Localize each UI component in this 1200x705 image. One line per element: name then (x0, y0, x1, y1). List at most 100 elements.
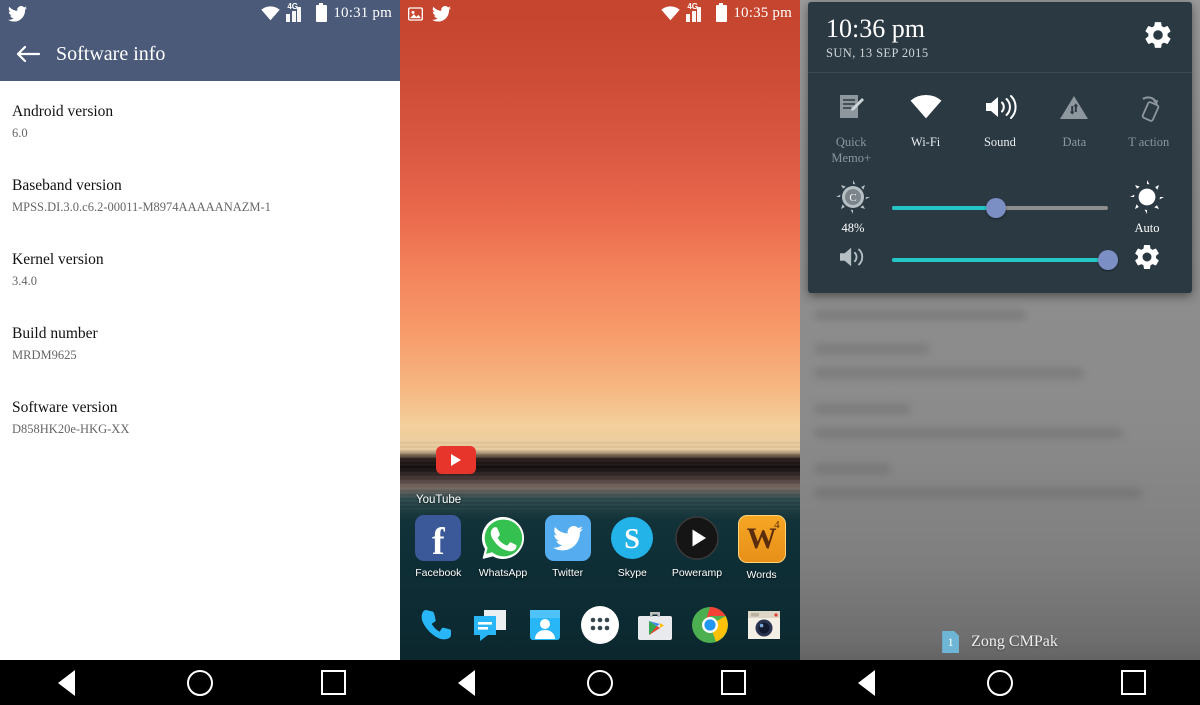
dock-app-drawer[interactable] (579, 604, 621, 646)
item-label: Build number (12, 325, 98, 342)
status-notification-icons (408, 5, 451, 22)
list-item[interactable]: Kernel version 3.4.0 (0, 251, 400, 289)
nav-back-button[interactable] (37, 660, 97, 705)
youtube-widget-label: YouTube (416, 494, 462, 506)
dock-camera[interactable] (743, 604, 785, 646)
recents-square-icon (1120, 670, 1146, 695)
home-dock (400, 590, 800, 660)
facebook-icon: f (415, 515, 462, 561)
status-clock: 10:31 pm (333, 5, 392, 21)
words-badge: 4 (774, 519, 780, 531)
middle-status-bar: 4G 10:35 pm (400, 0, 800, 27)
app-skype[interactable]: S Skype (603, 515, 661, 581)
signal-4g-icon: 4G (686, 2, 710, 22)
svg-text:S: S (625, 524, 641, 555)
dock-play-store[interactable] (634, 604, 676, 646)
app-drawer-icon (580, 606, 619, 644)
dock-phone[interactable] (414, 604, 456, 646)
back-button[interactable] (0, 27, 56, 81)
brightness-icon: C (836, 180, 870, 214)
brightness-control[interactable]: C 48% (824, 180, 882, 236)
auto-brightness-button[interactable]: Auto (1118, 180, 1176, 236)
wifi-icon (261, 6, 280, 21)
app-label: Facebook (415, 567, 462, 579)
shade-date: SUN, 13 SEP 2015 (826, 45, 929, 60)
mobile-data-icon (1060, 96, 1089, 119)
camera-icon (748, 611, 781, 639)
back-triangle-icon (858, 669, 876, 696)
middle-navigation-bar (400, 660, 800, 705)
toggle-t-action[interactable]: T action (1115, 87, 1183, 166)
words-with-friends-icon: W 4 (737, 515, 786, 563)
youtube-icon (436, 446, 476, 474)
dock-contacts[interactable] (524, 604, 566, 646)
toggle-wifi[interactable]: Wi-Fi (892, 87, 960, 166)
brightness-slider[interactable] (892, 198, 1108, 218)
left-status-bar: 4G 10:31 pm (0, 0, 400, 27)
nav-recents-button[interactable] (703, 660, 763, 705)
twitter-icon (432, 5, 451, 22)
left-navigation-bar (0, 660, 400, 705)
toggle-quick-memo[interactable]: Quick Memo+ (817, 87, 885, 166)
gear-icon (1135, 244, 1159, 270)
nav-recents-button[interactable] (1103, 660, 1163, 705)
t-action-icon (1141, 96, 1159, 122)
nav-back-button[interactable] (437, 660, 497, 705)
shade-clock: 10:36 pm (826, 13, 925, 43)
app-label: Twitter (552, 567, 584, 579)
shade-settings-button[interactable] (1142, 19, 1174, 56)
toggle-label: Data (1062, 135, 1087, 149)
carrier-name: Zong CMPak (971, 633, 1058, 650)
volume-settings-button[interactable] (1118, 242, 1176, 277)
home-circle-icon (586, 669, 613, 696)
twitter-icon (8, 5, 27, 22)
wifi-icon (910, 94, 942, 119)
toggle-label: Sound (983, 135, 1016, 149)
item-label: Software version (12, 399, 118, 416)
app-facebook[interactable]: f Facebook (409, 515, 467, 581)
item-label: Baseband version (12, 177, 122, 194)
volume-slider-row (808, 236, 1192, 293)
quick-memo-icon (840, 95, 865, 118)
dock-chrome[interactable] (689, 604, 731, 646)
toggle-sound[interactable]: Sound (966, 87, 1034, 166)
list-item[interactable]: Build number MRDM9625 (0, 325, 400, 363)
dock-messaging[interactable] (469, 604, 511, 646)
page-title: Software info (56, 42, 166, 65)
nav-recents-button[interactable] (303, 660, 363, 705)
shade-header: 10:36 pm SUN, 13 SEP 2015 (808, 2, 1192, 72)
whatsapp-icon (480, 515, 526, 561)
nav-back-button[interactable] (837, 660, 897, 705)
nav-home-button[interactable] (570, 660, 630, 705)
svg-text:C: C (849, 192, 856, 204)
item-value: 6.0 (12, 126, 28, 140)
wifi-icon (661, 6, 680, 21)
quick-settings-shade: 10:36 pm SUN, 13 SEP 2015 Quick Memo+ Wi… (808, 2, 1192, 293)
app-words[interactable]: W 4 Words (733, 515, 791, 581)
app-label: Words (746, 569, 777, 581)
sim-number: 1 (947, 634, 954, 649)
back-triangle-icon (458, 669, 476, 696)
app-poweramp[interactable]: Poweramp (668, 515, 726, 581)
gear-icon (1145, 21, 1171, 48)
list-item[interactable]: Android version 6.0 (0, 103, 400, 141)
nav-home-button[interactable] (970, 660, 1030, 705)
list-item[interactable]: Software version D858HK20e-HKG-XX (0, 399, 400, 437)
nav-home-button[interactable] (170, 660, 230, 705)
app-twitter[interactable]: Twitter (539, 515, 597, 581)
screenshot-stage: 4G 10:31 pm Software info Android versio… (0, 0, 1200, 705)
volume-control[interactable] (824, 244, 882, 275)
toggle-label: Wi-Fi (910, 135, 941, 149)
status-clock: 10:35 pm (733, 5, 792, 21)
list-item[interactable]: Baseband version MPSS.DI.3.0.c6.2-00011-… (0, 177, 400, 215)
toggle-label: Quick Memo+ (831, 135, 872, 165)
toggle-data[interactable]: Data (1040, 87, 1108, 166)
back-triangle-icon (58, 669, 76, 696)
recents-square-icon (720, 670, 746, 695)
battery-icon (716, 2, 728, 22)
volume-slider[interactable] (892, 249, 1118, 270)
contacts-icon (530, 610, 561, 640)
app-whatsapp[interactable]: WhatsApp (474, 515, 532, 581)
app-bar: Software info (0, 27, 400, 81)
youtube-widget[interactable]: YouTube (416, 446, 496, 506)
